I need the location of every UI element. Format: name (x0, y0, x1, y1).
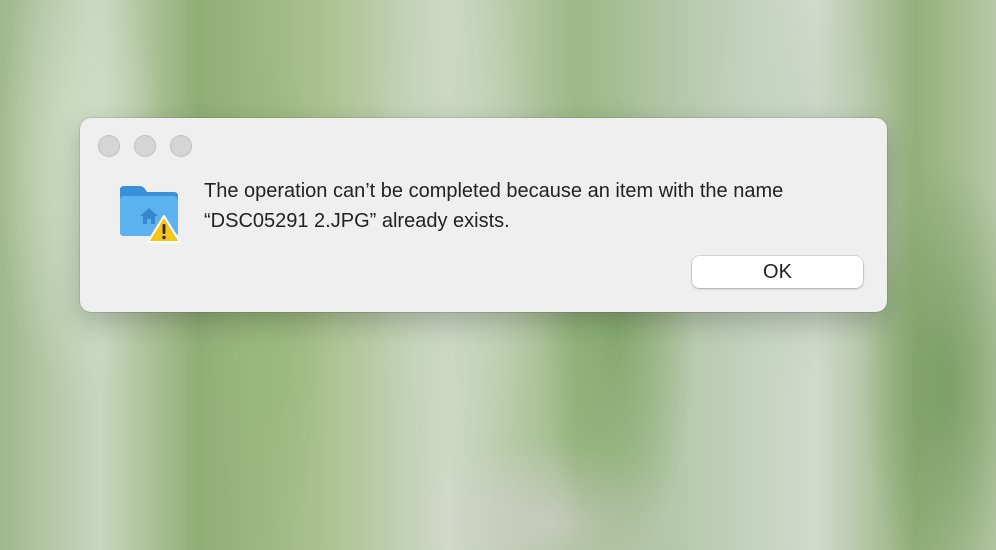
ok-button[interactable]: OK (692, 256, 863, 288)
alert-dialog: The operation can’t be completed because… (80, 118, 887, 312)
zoom-button[interactable] (170, 135, 192, 157)
alert-message: The operation can’t be completed because… (204, 180, 784, 232)
close-button[interactable] (98, 135, 120, 157)
minimize-button[interactable] (134, 135, 156, 157)
window-controls (98, 135, 192, 157)
folder-home-warning-icon (120, 186, 181, 243)
